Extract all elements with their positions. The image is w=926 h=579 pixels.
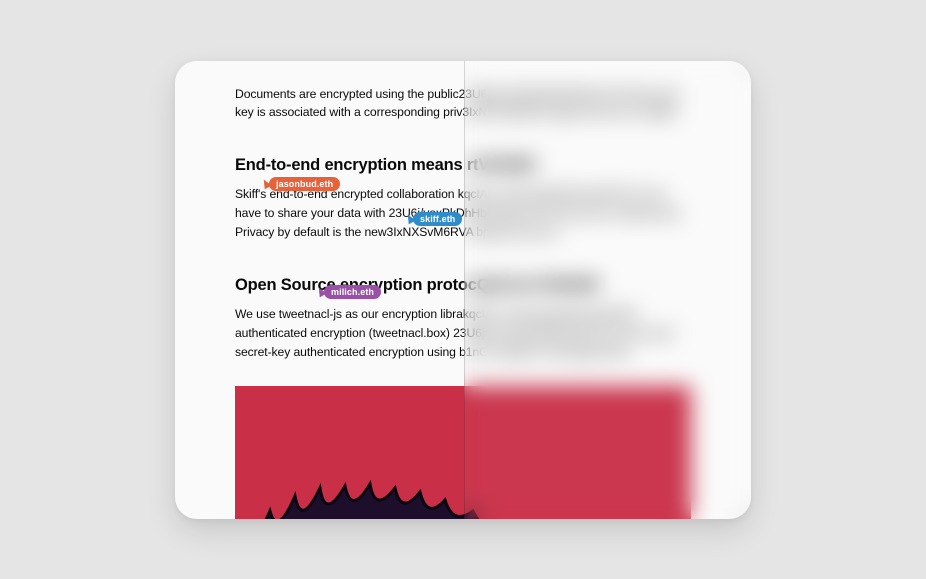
collaborator-cursor-jasonbud: jasonbud.eth (262, 177, 340, 192)
creature-illustration (235, 416, 645, 519)
section-heading-e2e: End-to-end encryption means rtVD3DM (235, 156, 691, 175)
intro-paragraph: Documents are encrypted using the public… (235, 85, 691, 123)
section-body-e2e: Skiff's end-to-end encrypted collaborati… (235, 185, 691, 242)
illustration-area (235, 386, 691, 519)
split-divider (464, 61, 465, 519)
collaborator-label: jasonbud.eth (269, 177, 340, 192)
document-content: Documents are encrypted using the public… (175, 61, 751, 519)
document-preview-card: Documents are encrypted using the public… (175, 61, 751, 519)
collaborator-label: milich.eth (324, 285, 381, 300)
collaborator-cursor-skiff: skiff.eth (406, 212, 462, 227)
section-heading-opensource: Open Source encryption protocQi21An7OWtt… (235, 276, 691, 295)
section-body-opensource: We use tweetnacl-js as our encryption li… (235, 305, 691, 362)
collaborator-cursor-milich: milich.eth (317, 285, 381, 300)
collaborator-label: skiff.eth (413, 212, 462, 227)
